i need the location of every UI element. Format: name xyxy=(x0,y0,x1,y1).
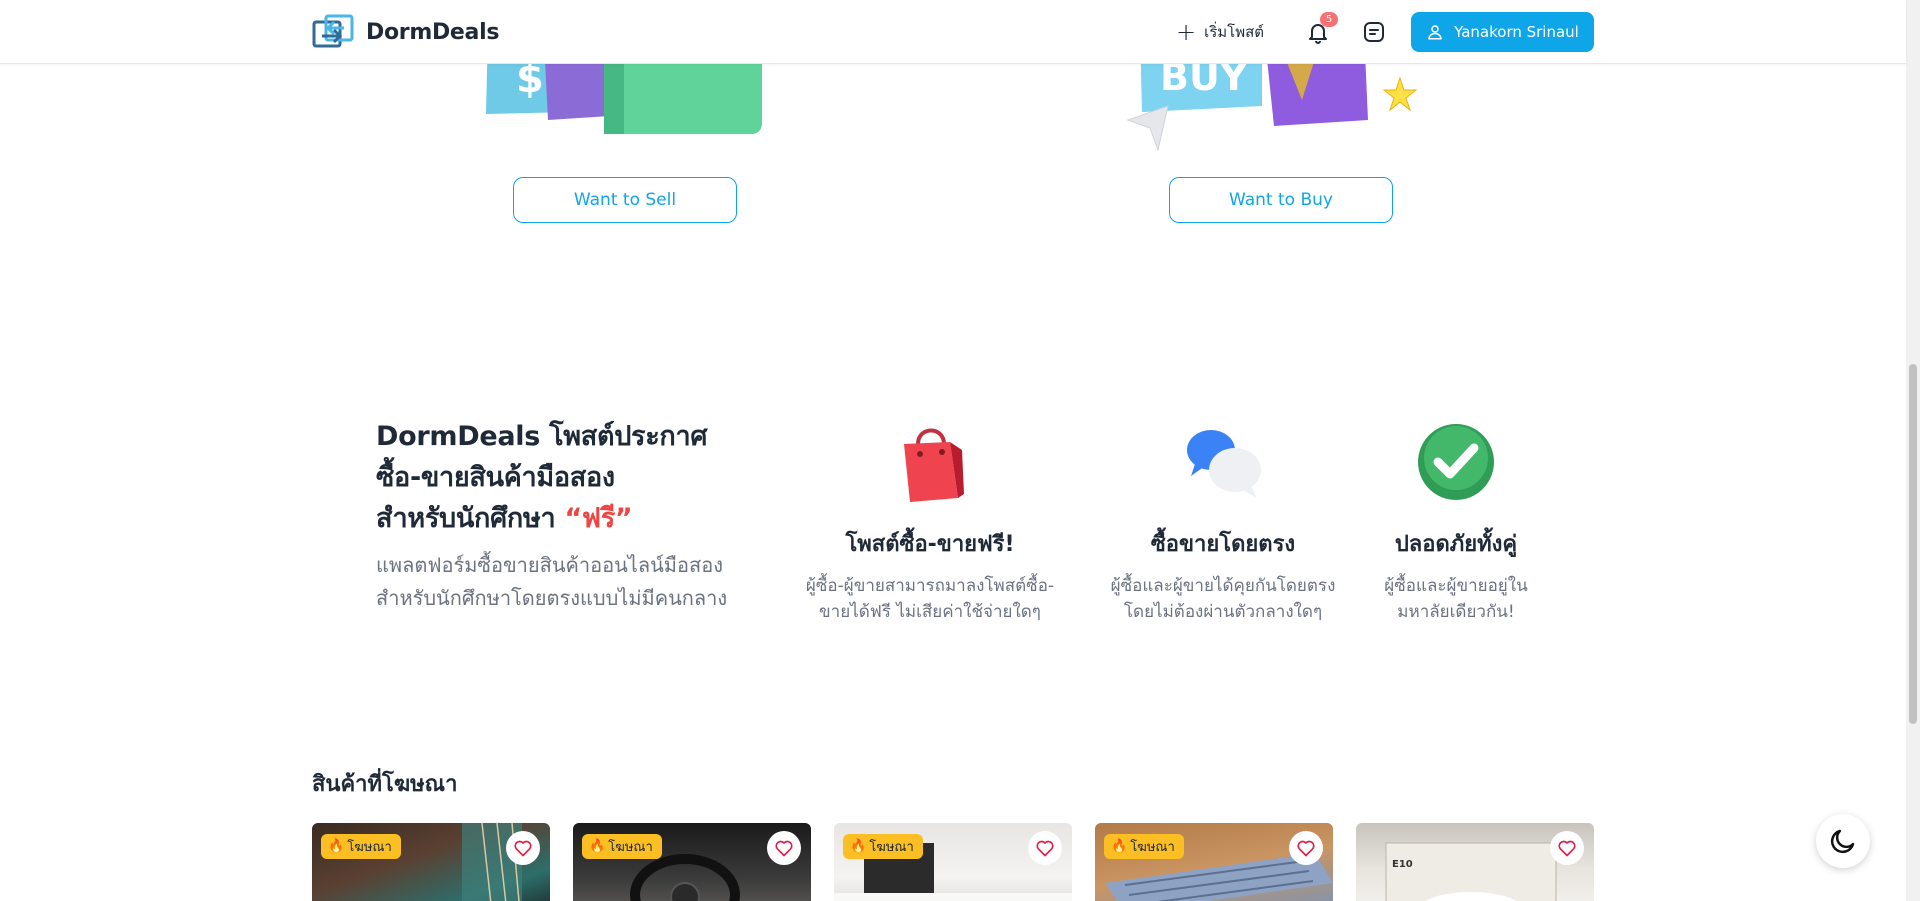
ad-tag-label: โฆษณา xyxy=(869,840,914,855)
ad-tag-label: โฆษณา xyxy=(1130,840,1175,855)
brand-logo[interactable]: DormDeals xyxy=(312,14,499,50)
ad-tag-label: โฆษณา xyxy=(347,840,392,855)
fire-icon: 🔥 xyxy=(850,839,867,854)
intro-title-line1: DormDeals โพสต์ประกาศ xyxy=(376,421,708,452)
heart-icon xyxy=(1558,840,1576,857)
logo-icon xyxy=(312,14,354,48)
product-box-label: E10 xyxy=(1392,859,1413,870)
feature-description: ผู้ซื้อและผู้ขายได้คุยกันโดยตรงโดยไม่ต้อ… xyxy=(1110,576,1336,622)
user-account-button[interactable]: Yanakorn Srinaul xyxy=(1411,12,1594,52)
ad-tag: 🔥 โฆษณา xyxy=(582,834,662,859)
moon-icon xyxy=(1830,829,1855,854)
favorite-button[interactable] xyxy=(1550,831,1584,865)
ads-section-title: สินค้าที่โฆษณา xyxy=(312,772,458,797)
ad-product-card[interactable]: 🔥 โฆษณา xyxy=(834,823,1072,901)
heart-icon xyxy=(1297,840,1315,857)
favorite-button[interactable] xyxy=(767,831,801,865)
scrollbar-thumb[interactable] xyxy=(1909,364,1917,724)
want-to-sell-button[interactable]: Want to Sell xyxy=(513,177,737,223)
favorite-button[interactable] xyxy=(1028,831,1062,865)
plus-icon: + xyxy=(1176,18,1197,46)
ad-product-card[interactable]: 🔥 โฆษณา xyxy=(573,823,811,901)
intro-title: DormDeals โพสต์ประกาศ ซื้อ-ขายสินค้ามือส… xyxy=(376,416,756,539)
heart-icon xyxy=(775,840,793,857)
ad-tag: 🔥 โฆษณา xyxy=(321,834,401,859)
ad-product-card[interactable]: E10 xyxy=(1356,823,1594,901)
theme-toggle-button[interactable] xyxy=(1816,814,1870,868)
heart-icon xyxy=(1036,840,1054,857)
want-to-buy-button[interactable]: Want to Buy xyxy=(1169,177,1393,223)
check-circle-icon xyxy=(1418,424,1494,500)
feature-description: ผู้ซื้อและผู้ขายอยู่ในมหาลัยเดียวกัน! xyxy=(1384,576,1528,622)
chat-icon[interactable] xyxy=(1362,20,1386,44)
ad-tag-label: โฆษณา xyxy=(608,840,653,855)
brand-name: DormDeals xyxy=(366,19,500,45)
favorite-button[interactable] xyxy=(1289,831,1323,865)
feature-title: โพสต์ซื้อ-ขายฟรี! xyxy=(845,532,1015,557)
ad-product-card[interactable]: 🔥 โฆษณา xyxy=(1095,823,1333,901)
feature-free-post: โพสต์ซื้อ-ขายฟรี! ผู้ซื้อ-ผู้ขายสามารถมา… xyxy=(800,420,1060,625)
ad-tag: 🔥 โฆษณา xyxy=(843,834,923,859)
intro-title-line3: สำหรับนักศึกษา xyxy=(376,503,565,534)
intro-title-line2: ซื้อ-ขายสินค้ามือสอง xyxy=(376,462,615,493)
notification-badge: 5 xyxy=(1320,12,1338,27)
fire-icon: 🔥 xyxy=(589,839,606,854)
top-navbar: DormDeals + เริ่มโพสต์ 5 Yanakorn Srinau… xyxy=(0,0,1906,64)
feature-direct-trade: ซื้อขายโดยตรง ผู้ซื้อและผู้ขายได้คุยกันโ… xyxy=(1096,420,1350,625)
ad-product-card[interactable]: 🔥 โฆษณา xyxy=(312,823,550,901)
intro-section: DormDeals โพสต์ประกาศ ซื้อ-ขายสินค้ามือส… xyxy=(376,416,756,615)
user-name: Yanakorn Srinaul xyxy=(1454,23,1579,41)
feature-title: ซื้อขายโดยตรง xyxy=(1150,532,1296,557)
user-icon xyxy=(1428,25,1442,40)
favorite-button[interactable] xyxy=(506,831,540,865)
feature-description: ผู้ซื้อ-ผู้ขายสามารถมาลงโพสต์ซื้อ-ขายได้… xyxy=(805,576,1055,622)
intro-description: แพลตฟอร์มซื้อขายสินค้าออนไลน์มือสองสำหรั… xyxy=(376,553,728,610)
start-post-label: เริ่มโพสต์ xyxy=(1204,23,1265,41)
feature-safe: ปลอดภัยทั้งคู่ ผู้ซื้อและผู้ขายอยู่ในมหา… xyxy=(1376,420,1536,625)
feature-title: ปลอดภัยทั้งคู่ xyxy=(1394,532,1518,557)
chat-bubbles-icon xyxy=(1187,430,1261,498)
ad-tag: 🔥 โฆษณา xyxy=(1104,834,1184,859)
intro-title-free: “ฟรี” xyxy=(564,503,633,534)
start-post-button[interactable]: + เริ่มโพสต์ xyxy=(1176,20,1264,44)
heart-icon xyxy=(514,840,532,857)
fire-icon: 🔥 xyxy=(328,839,345,854)
fire-icon: 🔥 xyxy=(1111,839,1128,854)
shopping-bag-icon xyxy=(904,428,964,502)
